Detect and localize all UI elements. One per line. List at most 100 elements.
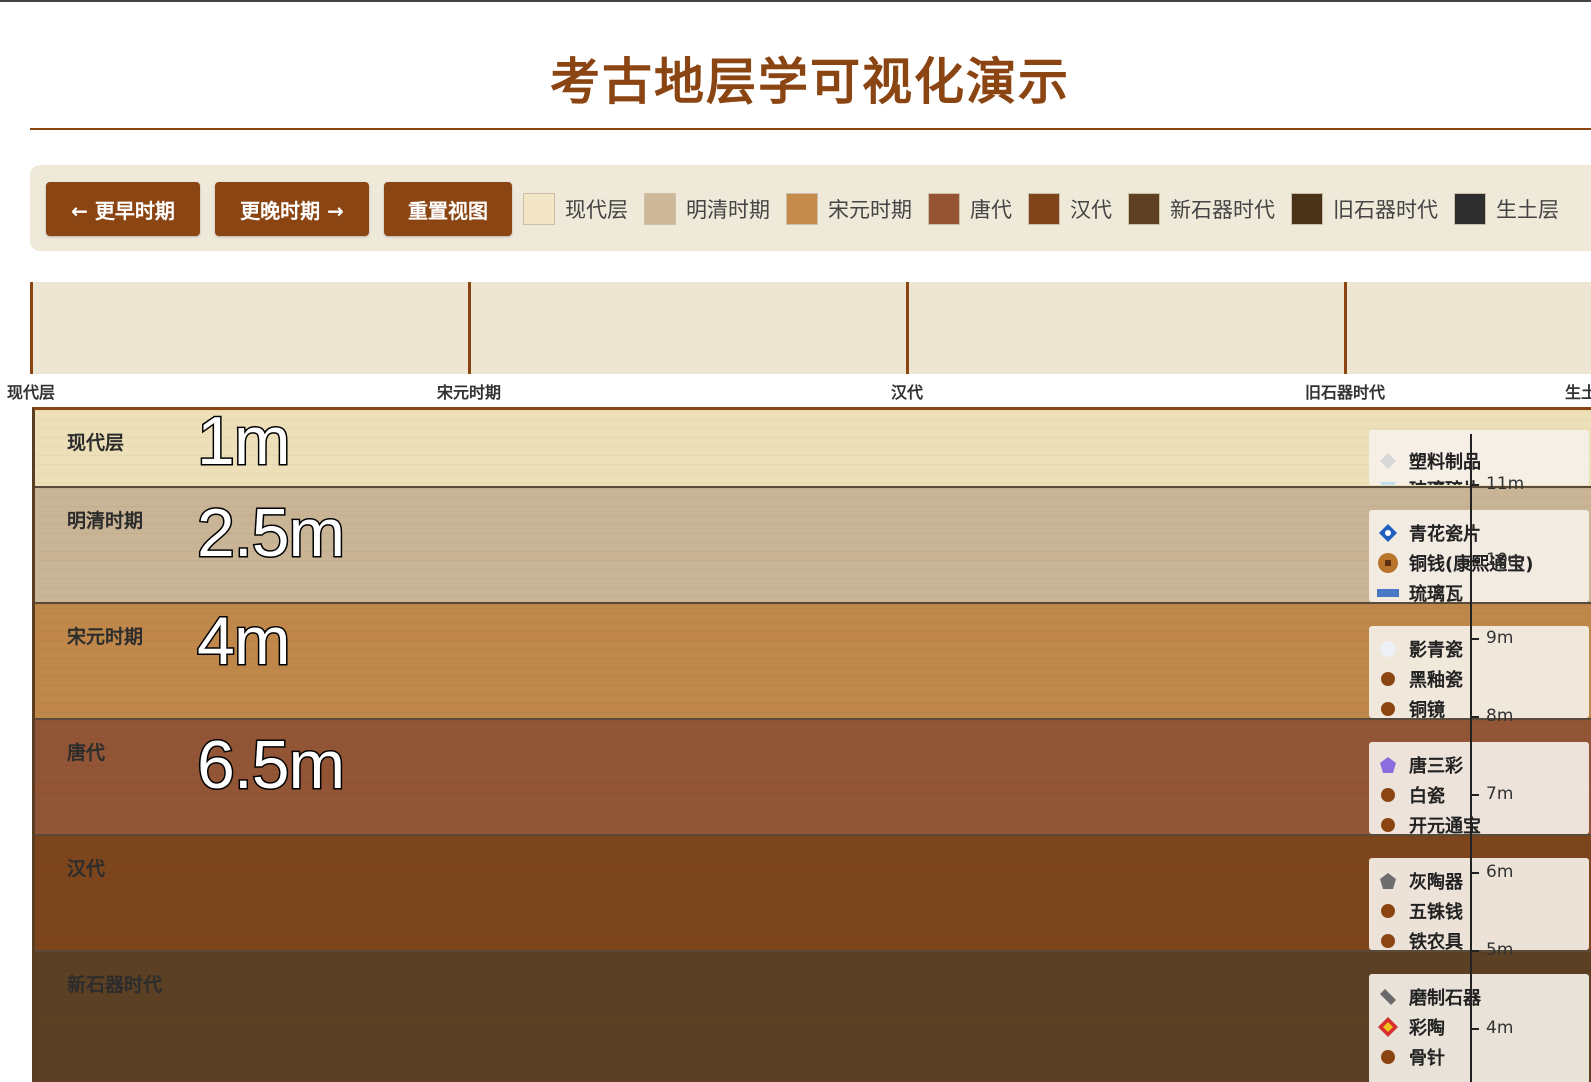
plastic-icon	[1377, 450, 1399, 472]
stone-tool-icon	[1377, 986, 1399, 1008]
depth-annotation: 2.5m	[195, 494, 346, 573]
artifact-item[interactable]: 青花瓷片	[1377, 520, 1481, 546]
timeline-track[interactable]	[30, 282, 1591, 374]
depth-scale-tick	[1472, 638, 1479, 640]
legend-label: 新石器时代	[1170, 198, 1275, 222]
artifact-panel: 青花瓷片 铜钱(康熙通宝) 琉璃瓦	[1369, 510, 1589, 602]
depth-scale-label: 9m	[1486, 628, 1514, 648]
glass-icon	[1377, 478, 1399, 485]
depth-scale-tick	[1472, 794, 1479, 796]
legend-swatch	[1128, 193, 1160, 225]
artifact-label: 铁农具	[1409, 932, 1463, 950]
artifact-item[interactable]: 塑料制品	[1377, 448, 1481, 474]
coin-icon	[1377, 814, 1399, 834]
artifact-label: 琉璃瓦	[1409, 584, 1463, 602]
artifact-item[interactable]: 影青瓷	[1377, 636, 1463, 662]
legend-label: 唐代	[970, 198, 1012, 222]
later-period-button[interactable]: 更晚时期 →	[215, 182, 369, 236]
artifact-item[interactable]: 玻璃碎片	[1377, 476, 1481, 485]
artifact-label: 黑釉瓷	[1409, 670, 1463, 691]
legend-label: 明清时期	[686, 198, 770, 222]
qingbai-porcelain-icon	[1377, 638, 1399, 660]
legend-swatch	[644, 193, 676, 225]
legend: 现代层 明清时期 宋元时期 唐代 汉代 新石器时代 旧石器时代 生土层	[523, 189, 1575, 229]
legend-label: 汉代	[1070, 198, 1112, 222]
artifact-panel: 唐三彩 白瓷 开元通宝	[1369, 742, 1589, 834]
artifact-item[interactable]: 黑釉瓷	[1377, 666, 1463, 692]
depth-annotation: 6.5m	[195, 726, 346, 805]
legend-item-virgin-soil[interactable]: 生土层	[1454, 193, 1559, 225]
timeline-label: 宋元时期	[436, 383, 502, 402]
layer-neolithic[interactable]: 新石器时代 磨制石器 彩陶 骨针	[35, 952, 1591, 1082]
timeline-tick	[1344, 282, 1347, 374]
layer-name: 新石器时代	[67, 974, 163, 996]
artifact-item[interactable]: 五铢钱	[1377, 898, 1463, 924]
artifact-panel: 塑料制品 玻璃碎片	[1369, 430, 1589, 485]
layer-ming-qing[interactable]: 明清时期 2.5m 青花瓷片 铜钱(康熙通宝) 琉璃瓦	[35, 488, 1591, 604]
legend-swatch	[1454, 193, 1486, 225]
legend-swatch	[928, 193, 960, 225]
layer-name: 明清时期	[67, 510, 144, 532]
layer-modern[interactable]: 现代层 1m 塑料制品 玻璃碎片	[35, 410, 1591, 488]
bone-needle-icon	[1377, 1046, 1399, 1068]
depth-annotation: 4m	[195, 602, 291, 681]
artifact-item[interactable]: 开元通宝	[1377, 812, 1481, 834]
artifact-item[interactable]: 灰陶器	[1377, 868, 1463, 894]
depth-scale-tick	[1472, 560, 1479, 562]
artifact-item[interactable]: 唐三彩	[1377, 752, 1463, 778]
artifact-item[interactable]: 铜镜	[1377, 696, 1445, 718]
legend-item-han[interactable]: 汉代	[1028, 193, 1112, 225]
layer-song-yuan[interactable]: 宋元时期 4m 影青瓷 黑釉瓷 铜镜	[35, 602, 1591, 720]
layer-name: 现代层	[67, 432, 125, 454]
coin-icon	[1377, 552, 1399, 574]
depth-scale-label: 7m	[1486, 784, 1514, 804]
legend-swatch	[786, 193, 818, 225]
timeline-label: 生土	[1565, 383, 1591, 402]
depth-scale-tick	[1472, 484, 1479, 486]
artifact-label: 骨针	[1409, 1048, 1445, 1069]
depth-scale-tick	[1472, 872, 1479, 874]
legend-item-neolithic[interactable]: 新石器时代	[1128, 193, 1275, 225]
timeline-label: 现代层	[6, 383, 56, 402]
artifact-item[interactable]: 铁农具	[1377, 928, 1463, 950]
timeline-tick	[906, 282, 909, 374]
artifact-item[interactable]: 磨制石器	[1377, 984, 1481, 1010]
control-panel: ← 更早时期 更晚时期 → 重置视图 现代层 明清时期 宋元时期 唐代 汉代 新…	[30, 165, 1591, 251]
strata-view: 现代层 1m 塑料制品 玻璃碎片 明清时期 2.5m	[32, 407, 1591, 1082]
legend-item-paleolithic[interactable]: 旧石器时代	[1291, 193, 1438, 225]
artifact-label: 灰陶器	[1409, 872, 1463, 893]
legend-item-modern[interactable]: 现代层	[523, 193, 628, 225]
timeline-label: 旧石器时代	[1304, 383, 1386, 402]
depth-scale-label: 4m	[1486, 1018, 1514, 1038]
reset-view-button[interactable]: 重置视图	[384, 182, 512, 236]
tang-sancai-icon	[1377, 754, 1399, 776]
blue-white-porcelain-icon	[1377, 522, 1399, 544]
legend-label: 现代层	[565, 198, 628, 222]
depth-scale-label: 5m	[1486, 940, 1514, 960]
white-porcelain-icon	[1377, 784, 1399, 806]
depth-scale-tick	[1472, 950, 1479, 952]
legend-item-song-yuan[interactable]: 宋元时期	[786, 193, 912, 225]
artifact-item[interactable]: 琉璃瓦	[1377, 580, 1463, 602]
artifact-label: 五铢钱	[1409, 902, 1463, 923]
artifact-item[interactable]: 白瓷	[1377, 782, 1445, 808]
layer-tang[interactable]: 唐代 6.5m 唐三彩 白瓷 开元通宝	[35, 720, 1591, 836]
coin-icon	[1377, 900, 1399, 922]
artifact-item[interactable]: 骨针	[1377, 1044, 1445, 1070]
artifact-panel: 影青瓷 黑釉瓷 铜镜	[1369, 626, 1589, 718]
depth-scale-label: 11m	[1486, 474, 1525, 494]
depth-scale-label: 8m	[1486, 706, 1514, 726]
timeline-tick	[30, 282, 33, 374]
artifact-item[interactable]: 彩陶	[1377, 1014, 1445, 1040]
page-title: 考古地层学可视化演示	[550, 53, 1070, 111]
earlier-period-button[interactable]: ← 更早时期	[46, 182, 200, 236]
timeline-label: 汉代	[890, 383, 924, 402]
layer-han[interactable]: 汉代 灰陶器 五铢钱 铁农具	[35, 836, 1591, 952]
legend-item-ming-qing[interactable]: 明清时期	[644, 193, 770, 225]
painted-pottery-icon	[1377, 1016, 1399, 1038]
artifact-panel: 磨制石器 彩陶 骨针	[1369, 974, 1589, 1082]
legend-item-tang[interactable]: 唐代	[928, 193, 1012, 225]
artifact-label: 铜镜	[1409, 700, 1445, 718]
gray-pottery-icon	[1377, 870, 1399, 892]
legend-swatch	[1028, 193, 1060, 225]
